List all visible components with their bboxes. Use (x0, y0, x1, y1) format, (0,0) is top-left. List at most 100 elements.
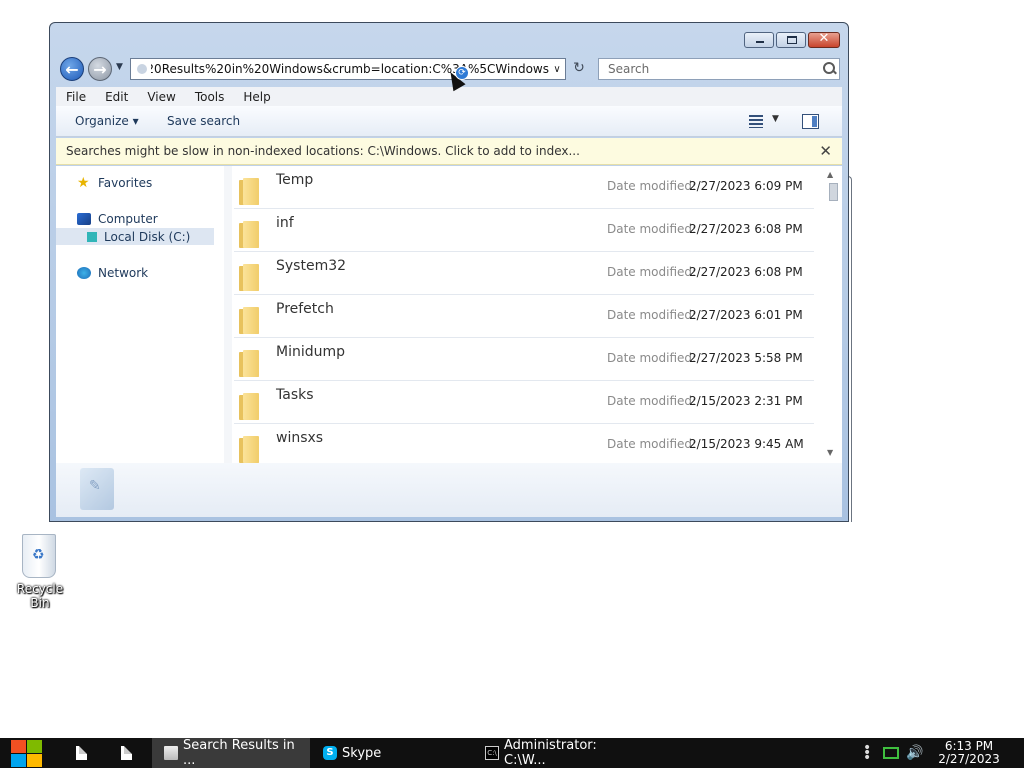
file-name: winsxs (276, 430, 324, 446)
file-name: Prefetch (276, 301, 334, 317)
change-view-button[interactable]: ▼ (746, 113, 786, 131)
menu-edit[interactable]: Edit (95, 90, 137, 104)
scroll-up-icon[interactable]: ▲ (827, 170, 833, 179)
taskbar-item-skype[interactable]: S Skype (312, 738, 472, 768)
date-modified-value: 2/27/2023 6:08 PM (689, 222, 803, 236)
search-input[interactable]: Search (599, 62, 819, 76)
list-item[interactable]: winsxs Date modified: 2/15/2023 9:45 AM (234, 424, 814, 463)
scroll-down-icon[interactable]: ▼ (827, 448, 833, 457)
info-bar[interactable]: Searches might be slow in non-indexed lo… (56, 138, 842, 165)
file-name: Temp (276, 172, 314, 188)
list-item[interactable]: System32 Date modified: 2/27/2023 6:08 P… (234, 252, 814, 295)
close-button[interactable]: ✕ (808, 31, 840, 48)
network-icon (77, 266, 91, 279)
navigation-pane: ★ Favorites Computer Local Disk (C:) Net… (56, 166, 224, 463)
quick-launch-document-icon[interactable] (76, 746, 87, 760)
chevron-down-icon[interactable]: ▼ (772, 114, 779, 124)
network-status-icon[interactable] (883, 747, 899, 759)
clock-date: 2/27/2023 (938, 752, 1000, 766)
volume-icon[interactable]: 🔊 (906, 745, 923, 761)
maximize-button[interactable] (776, 32, 806, 48)
address-text[interactable]: search-ms:displayname=Search%20Results%2… (151, 62, 549, 76)
search-box[interactable]: Search (598, 58, 840, 80)
details-pane (56, 463, 842, 517)
folder-icon (239, 178, 259, 205)
nav-local-disk-label: Local Disk (C:) (104, 229, 191, 244)
file-name: System32 (276, 258, 347, 274)
file-name: Minidump (276, 344, 346, 360)
search-results-icon (164, 746, 178, 760)
info-bar-message[interactable]: Searches might be slow in non-indexed lo… (66, 144, 580, 158)
skype-icon: S (323, 746, 337, 760)
vertical-scrollbar[interactable]: ▲ ▼ (824, 166, 841, 463)
date-modified-label: Date modified: (607, 179, 697, 193)
menu-help[interactable]: Help (233, 90, 279, 104)
explorer-window: ✕ ← → ▼ search-ms:displayname=Search%20R… (49, 22, 849, 522)
date-modified-value: 2/15/2023 2:31 PM (689, 394, 803, 408)
address-bar[interactable]: search-ms:displayname=Search%20Results%2… (130, 58, 566, 80)
date-modified-label: Date modified: (607, 265, 697, 279)
maximize-icon (787, 36, 797, 44)
recycle-bin-label: Recycle Bin (16, 582, 64, 610)
content-area: ★ Favorites Computer Local Disk (C:) Net… (56, 166, 842, 463)
organize-button[interactable]: Organize ▾ (75, 114, 139, 128)
search-results-icon (80, 468, 114, 510)
refresh-icon: ↻ (573, 60, 585, 76)
taskbar-item-cmd[interactable]: C:\ Administrator: C:\W... (474, 738, 634, 768)
start-button[interactable] (10, 739, 44, 767)
cursor-busy-icon: ⟳ (455, 66, 469, 80)
recycle-bin[interactable]: Recycle Bin (6, 530, 74, 610)
taskbar-item-label: Skype (342, 745, 382, 761)
recent-pages-dropdown[interactable]: ▼ (116, 62, 123, 72)
date-modified-label: Date modified: (607, 308, 697, 322)
recycle-bin-icon (22, 534, 56, 578)
menu-file[interactable]: File (56, 90, 95, 104)
menu-view[interactable]: View (137, 90, 184, 104)
folder-icon (239, 221, 259, 248)
nav-computer[interactable]: Computer (56, 210, 214, 227)
cmd-icon: C:\ (485, 746, 499, 760)
info-bar-close-icon[interactable]: ✕ (819, 142, 832, 160)
pane-splitter[interactable] (224, 166, 232, 463)
forward-button[interactable]: → (88, 57, 112, 81)
save-search-button[interactable]: Save search (167, 114, 240, 128)
nav-local-disk[interactable]: Local Disk (C:) (56, 228, 214, 245)
nav-network[interactable]: Network (56, 264, 214, 281)
list-item[interactable]: Prefetch Date modified: 2/27/2023 6:01 P… (234, 295, 814, 338)
nav-favorites-label: Favorites (98, 175, 153, 190)
drive-icon (87, 231, 97, 242)
minimize-button[interactable] (744, 32, 774, 48)
clock[interactable]: 6:13 PM 2/27/2023 (930, 740, 1008, 766)
list-item[interactable]: Minidump Date modified: 2/27/2023 5:58 P… (234, 338, 814, 381)
date-modified-label: Date modified: (607, 437, 697, 451)
menu-tools[interactable]: Tools (185, 90, 234, 104)
details-view-icon (749, 115, 763, 128)
preview-pane-button[interactable] (802, 114, 819, 129)
date-modified-value: 2/27/2023 6:09 PM (689, 179, 803, 193)
back-arrow-icon: ← (65, 59, 79, 79)
command-bar: Organize ▾ Save search ▼ (56, 106, 842, 137)
search-icon[interactable] (819, 59, 839, 79)
close-icon: ✕ (818, 31, 830, 46)
list-item[interactable]: Temp Date modified: 2/27/2023 6:09 PM (234, 166, 814, 209)
tray-overflow-icon[interactable]: • • • (863, 741, 871, 765)
list-item[interactable]: inf Date modified: 2/27/2023 6:08 PM (234, 209, 814, 252)
caption-buttons: ✕ (742, 31, 840, 48)
taskbar: Search Results in ... S Skype C:\ Admini… (0, 738, 1024, 768)
refresh-button[interactable]: ↻ (570, 60, 588, 78)
scroll-thumb[interactable] (829, 183, 838, 201)
folder-icon (239, 264, 259, 291)
taskbar-item-explorer[interactable]: Search Results in ... (152, 738, 310, 768)
quick-launch-document-icon[interactable] (121, 746, 132, 760)
taskbar-item-label: Search Results in ... (183, 738, 295, 768)
forward-arrow-icon: → (93, 59, 107, 79)
back-button[interactable]: ← (60, 57, 84, 81)
file-name: Tasks (276, 387, 314, 403)
address-dropdown[interactable]: ∨ (549, 64, 565, 75)
date-modified-value: 2/27/2023 6:08 PM (689, 265, 803, 279)
folder-icon (239, 393, 259, 420)
nav-favorites[interactable]: ★ Favorites (56, 174, 214, 191)
list-item[interactable]: Tasks Date modified: 2/15/2023 2:31 PM (234, 381, 814, 424)
file-name: inf (276, 215, 294, 231)
date-modified-label: Date modified: (607, 351, 697, 365)
